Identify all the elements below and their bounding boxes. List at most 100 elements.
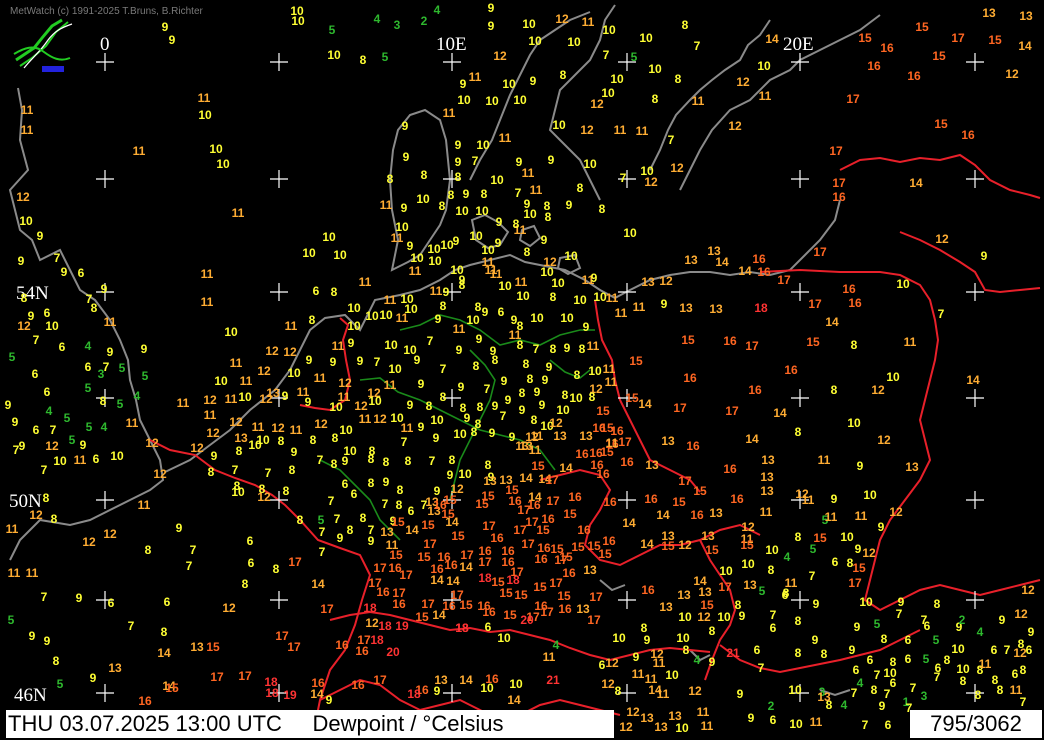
station-dewpoint: 8 xyxy=(615,684,622,698)
station-dewpoint: 15 xyxy=(559,550,573,564)
station-dewpoint: 8 xyxy=(91,301,98,315)
station-dewpoint: 7 xyxy=(770,608,777,622)
station-dewpoint: 10 xyxy=(214,374,228,388)
station-dewpoint: 8 xyxy=(944,653,951,667)
station-dewpoint: 5 xyxy=(69,433,76,447)
station-dewpoint: 17 xyxy=(725,404,739,418)
station-dewpoint: 12 xyxy=(271,421,285,435)
station-dewpoint: 8 xyxy=(960,674,967,688)
station-dewpoint: 9 xyxy=(326,693,333,707)
station-dewpoint: 5 xyxy=(86,420,93,434)
station-dewpoint: 9 xyxy=(418,420,425,434)
station-dewpoint: 11 xyxy=(904,335,917,349)
station-dewpoint: 12 xyxy=(877,433,891,447)
station-dewpoint: 6 xyxy=(924,619,931,633)
station-dewpoint: 11 xyxy=(314,371,327,385)
station-dewpoint: 6 xyxy=(248,556,255,570)
station-dewpoint: 6 xyxy=(313,284,320,298)
footer-station-count: 795/3062 xyxy=(910,710,1042,738)
station-dewpoint: 11 xyxy=(391,231,404,245)
station-dewpoint: 8 xyxy=(550,290,557,304)
station-dewpoint: 7 xyxy=(874,668,881,682)
station-dewpoint: 7 xyxy=(374,355,381,369)
station-dewpoint: 5 xyxy=(933,633,940,647)
station-dewpoint: 12 xyxy=(670,161,684,175)
station-dewpoint: 11 xyxy=(543,650,556,664)
station-dewpoint: 10 xyxy=(886,370,900,384)
station-dewpoint: 8 xyxy=(851,338,858,352)
station-dewpoint: 15 xyxy=(459,598,473,612)
station-dewpoint: 14 xyxy=(825,315,839,329)
station-dewpoint: 11 xyxy=(509,328,522,342)
station-dewpoint: 13 xyxy=(583,563,597,577)
station-dewpoint: 9 xyxy=(401,201,408,215)
station-dewpoint: 20 xyxy=(520,613,534,627)
station-dewpoint: 14 xyxy=(1018,39,1032,53)
footer-timestamp: THU 03.07.2025 13:00 UTC xyxy=(8,711,282,736)
station-dewpoint: 9 xyxy=(368,534,375,548)
station-dewpoint: 9 xyxy=(12,415,19,429)
station-dewpoint: 17 xyxy=(540,605,554,619)
station-dewpoint: 15 xyxy=(705,543,719,557)
station-dewpoint: 11 xyxy=(104,315,117,329)
station-dewpoint: 11 xyxy=(614,123,627,137)
station-dewpoint: 12 xyxy=(16,190,30,204)
station-dewpoint: 9 xyxy=(460,77,467,91)
station-dewpoint: 12 xyxy=(644,175,658,189)
station-dewpoint: 13 xyxy=(760,484,774,498)
station-dewpoint: 14 xyxy=(157,646,171,660)
station-dewpoint: 9 xyxy=(482,305,489,319)
station-dewpoint: 14 xyxy=(640,537,654,551)
station-dewpoint: 8 xyxy=(421,168,428,182)
station-dewpoint: 9 xyxy=(403,150,410,164)
station-dewpoint: 12 xyxy=(29,508,43,522)
station-dewpoint: 8 xyxy=(871,683,878,697)
station-dewpoint: 14 xyxy=(715,255,729,269)
station-dewpoint: 11 xyxy=(825,510,838,524)
station-dewpoint: 9 xyxy=(546,360,553,374)
station-dewpoint: 10 xyxy=(675,721,689,735)
weather-map[interactable]: 0 10E 20E 54N 50N 46N 9910104 3 245 9910 12 1… xyxy=(0,0,1044,740)
station-dewpoint: 16 xyxy=(723,334,737,348)
station-dewpoint: 4 xyxy=(134,389,141,403)
station-dewpoint: 11 xyxy=(225,392,238,406)
station-dewpoint: 8 xyxy=(405,454,412,468)
station-dewpoint: 10 xyxy=(623,226,637,240)
station-dewpoint: 10 xyxy=(368,394,382,408)
station-dewpoint: 8 xyxy=(310,433,317,447)
station-dewpoint: 17 xyxy=(423,537,437,551)
station-dewpoint: 18 xyxy=(754,301,768,315)
station-dewpoint: 10 xyxy=(388,362,402,376)
station-dewpoint: 10 xyxy=(19,214,33,228)
station-dewpoint: 13 xyxy=(434,673,448,687)
station-dewpoint: 6 xyxy=(770,621,777,635)
station-dewpoint: 9 xyxy=(18,254,25,268)
station-dewpoint: 6 xyxy=(770,713,777,727)
station-dewpoint: 9 xyxy=(505,393,512,407)
station-dewpoint: 10 xyxy=(404,302,418,316)
station-dewpoint: 17 xyxy=(832,176,846,190)
station-dewpoint: 14 xyxy=(622,516,636,530)
station-dewpoint: 17 xyxy=(618,435,632,449)
station-dewpoint: 15 xyxy=(417,550,431,564)
station-dewpoint: 5 xyxy=(142,369,149,383)
station-dewpoint: 9 xyxy=(812,633,819,647)
station-dewpoint: 15 xyxy=(503,608,517,622)
station-dewpoint: 15 xyxy=(852,561,866,575)
station-dewpoint: 13 xyxy=(661,434,675,448)
station-dewpoint: 7 xyxy=(334,512,341,526)
station-dewpoint: 12 xyxy=(697,610,711,624)
station-dewpoint: 16 xyxy=(641,583,655,597)
station-dewpoint: 3 xyxy=(921,689,928,703)
station-dewpoint: 8 xyxy=(459,278,466,292)
station-dewpoint: 20 xyxy=(386,645,400,659)
station-dewpoint: 12 xyxy=(590,97,604,111)
station-dewpoint: 11 xyxy=(409,264,422,278)
station-dewpoint: 16 xyxy=(534,552,548,566)
station-dewpoint: 15 xyxy=(421,518,435,532)
station-dewpoint: 8 xyxy=(387,172,394,186)
station-dewpoint: 9 xyxy=(583,320,590,334)
station-dewpoint: 6 xyxy=(991,643,998,657)
station-dewpoint: 9 xyxy=(458,380,465,394)
station-dewpoint: 11 xyxy=(359,412,372,426)
